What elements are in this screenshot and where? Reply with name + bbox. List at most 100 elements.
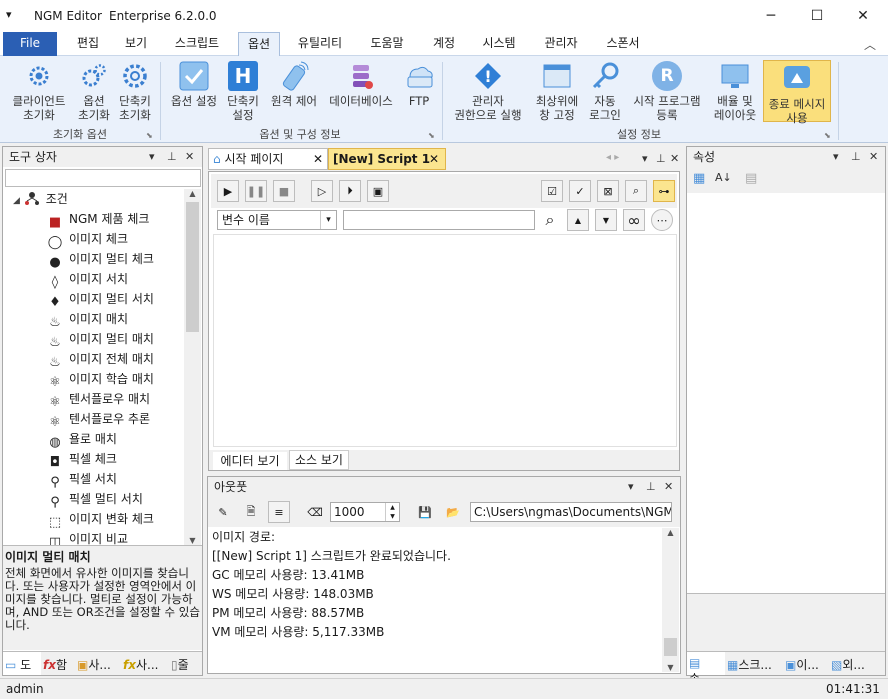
exit-message-button[interactable]: 종료 메시지 사용: [763, 60, 831, 125]
find-button[interactable]: ⌕: [625, 180, 647, 202]
tab-user-1[interactable]: ▣사...: [75, 652, 121, 675]
run-selection-button[interactable]: ⏵: [339, 180, 361, 202]
output-path-input[interactable]: C:\Users\ngmas\Documents\NGM6\: [470, 502, 672, 522]
tab-properties[interactable]: ▤ 속...: [687, 652, 725, 686]
tree-item[interactable]: ⚛ 텐서플로우 추론: [3, 409, 183, 430]
tab-editor-view[interactable]: 에디터 보기: [213, 452, 287, 470]
tab-functions[interactable]: fx함: [41, 652, 75, 675]
tree-root-condition[interactable]: ◢ 조건: [3, 189, 183, 209]
panel-close-icon[interactable]: ✕: [664, 480, 673, 493]
loop-icon[interactable]: ∞: [623, 209, 645, 231]
scroll-thumb[interactable]: [664, 638, 677, 656]
tree-item[interactable]: ◫ 이미지 비교: [3, 529, 183, 545]
tab-nav-arrows[interactable]: ◂ ▸: [606, 152, 619, 163]
property-pages-icon[interactable]: ▤: [745, 171, 757, 186]
tab-images[interactable]: ▣이...: [783, 652, 829, 675]
panel-dropdown-icon[interactable]: ▾: [628, 480, 634, 493]
tab-user-2[interactable]: fx사...: [121, 652, 169, 675]
script-canvas[interactable]: [213, 234, 677, 447]
panel-dropdown-icon[interactable]: ▾: [642, 152, 648, 165]
always-on-top-button[interactable]: 최상위에 창 고정: [530, 60, 584, 122]
panel-dropdown-icon[interactable]: ▾: [833, 150, 839, 163]
startup-register-button[interactable]: R 시작 프로그램 등록: [626, 60, 708, 122]
tab-scripts[interactable]: ▦스크...: [725, 652, 783, 675]
tree-item[interactable]: ♦ 이미지 멀티 서치: [3, 289, 183, 310]
tab-view[interactable]: 보기: [114, 32, 158, 56]
hotkey-reset-button[interactable]: 단축키 초기화: [116, 60, 154, 122]
close-window-button[interactable]: ✕: [840, 0, 886, 32]
maximize-button[interactable]: ☐: [794, 0, 840, 32]
clear-brush-icon[interactable]: ✎: [212, 501, 234, 523]
pin-icon[interactable]: ⊥: [646, 480, 656, 493]
tab-toolbox[interactable]: ▭ 도: [3, 652, 41, 675]
run-as-admin-button[interactable]: ! 관리자 권한으로 실행: [446, 60, 530, 122]
tree-item[interactable]: ♨ 이미지 매치: [3, 309, 183, 330]
minimize-button[interactable]: ─: [748, 0, 794, 32]
search-icon[interactable]: ⌕: [539, 209, 561, 231]
tab-lines[interactable]: ▯줄: [169, 652, 202, 675]
tree-item[interactable]: ◊ 이미지 서치: [3, 269, 183, 290]
tree-item[interactable]: ⚛ 텐서플로우 매치: [3, 389, 183, 410]
remote-control-button[interactable]: 원격 제어: [266, 60, 322, 108]
folder-icon[interactable]: 📂: [442, 501, 464, 523]
list-icon[interactable]: ≡: [268, 501, 290, 523]
tab-sponsor[interactable]: 스폰서: [596, 32, 650, 56]
tab-close-icon[interactable]: ✕: [313, 149, 323, 169]
scale-layout-button[interactable]: 배율 및 레이아웃: [710, 60, 760, 122]
step-run-button[interactable]: ▷: [311, 180, 333, 202]
document-settings-icon[interactable]: 🗎: [240, 501, 262, 523]
tab-close-icon[interactable]: ✕: [429, 149, 439, 169]
options-reset-button[interactable]: 옵션 초기화: [74, 60, 114, 122]
tree-item[interactable]: ⚛ 이미지 학습 매치: [3, 369, 183, 390]
tab-options[interactable]: 옵션: [238, 32, 280, 57]
tab-edit[interactable]: 편집: [66, 32, 110, 56]
variable-search-input[interactable]: [343, 210, 535, 230]
check-all-button[interactable]: ☑: [541, 180, 563, 202]
tree-item[interactable]: ⚲ 픽셀 멀티 서치: [3, 489, 183, 510]
tree-item[interactable]: ♨ 이미지 전체 매치: [3, 349, 183, 370]
auto-login-button[interactable]: 자동 로그인: [586, 60, 624, 122]
ftp-button[interactable]: FTP: [400, 60, 438, 108]
dialog-launcher-icon[interactable]: ⬊: [428, 131, 435, 140]
tab-new-script[interactable]: [New] Script 1 ✕: [328, 148, 446, 170]
prev-result-button[interactable]: ▲: [567, 209, 589, 231]
tree-item[interactable]: ◘ 픽셀 체크: [3, 449, 183, 470]
tree-item[interactable]: ♨ 이미지 멀티 매치: [3, 329, 183, 350]
tree-item[interactable]: ■ NGM 제품 체크: [3, 209, 183, 230]
categorized-icon[interactable]: ▦: [693, 171, 705, 186]
uncheck-button[interactable]: ⊠: [597, 180, 619, 202]
tab-source-view[interactable]: 소스 보기: [289, 450, 349, 470]
stepper-arrows-icon[interactable]: ▲ ▼: [385, 503, 399, 521]
toolbox-scrollbar[interactable]: ▲ ▼: [184, 189, 201, 545]
tab-account[interactable]: 계정: [422, 32, 466, 56]
save-icon[interactable]: 💾: [414, 501, 436, 523]
panel-close-icon[interactable]: ✕: [670, 152, 679, 165]
tree-item[interactable]: ⬚ 이미지 변화 체크: [3, 509, 183, 530]
stop-button[interactable]: ■: [273, 180, 295, 202]
hotkey-settings-button[interactable]: H 단축키 설정: [224, 60, 262, 122]
next-result-button[interactable]: ▼: [595, 209, 617, 231]
tab-file[interactable]: File: [3, 32, 57, 56]
tab-external[interactable]: ▧외...: [829, 652, 881, 675]
output-scrollbar[interactable]: ▲ ▼: [662, 528, 679, 672]
client-reset-button[interactable]: 클라이언트 초기화: [6, 60, 72, 122]
variable-select[interactable]: 변수 이름 ▾: [217, 210, 337, 230]
panel-close-icon[interactable]: ✕: [185, 150, 194, 163]
run-line-button[interactable]: ▣: [367, 180, 389, 202]
dialog-launcher-icon[interactable]: ⬊: [146, 131, 153, 140]
option-settings-button[interactable]: 옵션 설정: [166, 60, 222, 108]
line-count-stepper[interactable]: 1000 ▲ ▼: [330, 502, 400, 522]
window-menu-icon[interactable]: ▾: [6, 8, 12, 21]
sort-alpha-icon[interactable]: A↓: [715, 171, 732, 184]
tab-system[interactable]: 시스템: [472, 32, 526, 56]
tab-admin[interactable]: 관리자: [534, 32, 588, 56]
tab-help[interactable]: 도움말: [362, 32, 412, 56]
tab-script[interactable]: 스크립트: [164, 32, 230, 56]
check-button[interactable]: ✓: [569, 180, 591, 202]
pin-icon[interactable]: ⊥: [167, 150, 177, 163]
tree-item[interactable]: ◍ 욜로 매치: [3, 429, 183, 450]
tree-item[interactable]: ◯ 이미지 체크: [3, 229, 183, 250]
tab-utility[interactable]: 유틸리티: [288, 32, 352, 56]
tree-view-button[interactable]: ⊶: [653, 180, 675, 202]
scroll-thumb[interactable]: [186, 202, 199, 332]
